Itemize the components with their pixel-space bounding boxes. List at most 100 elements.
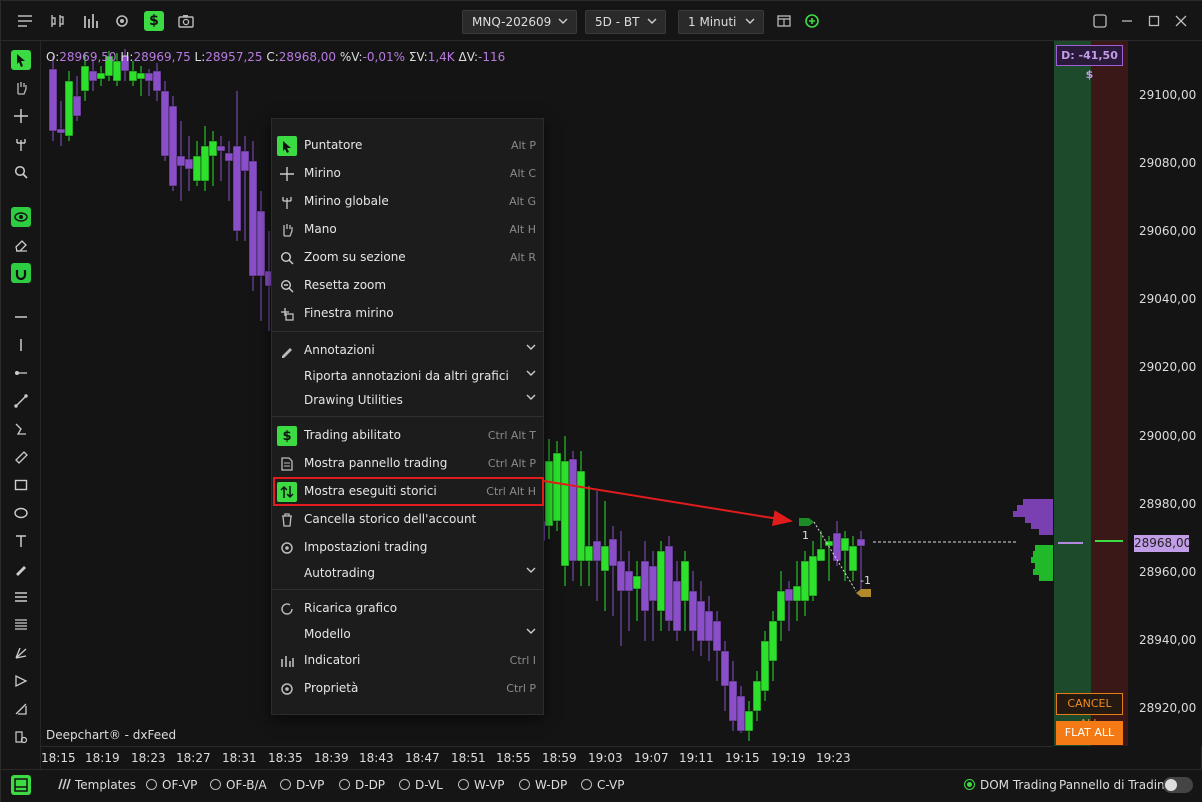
panel-toggle-icon[interactable] xyxy=(11,775,31,795)
volume-profile-bar xyxy=(1031,523,1053,529)
menu-item-annotations[interactable]: Annotazioni xyxy=(272,338,543,364)
cancel-all-button[interactable]: CANCEL ALL xyxy=(1056,693,1123,730)
delta-volume-label: ΔV: xyxy=(458,50,478,64)
candle-body xyxy=(760,640,770,692)
measure-tool-icon[interactable] xyxy=(11,699,31,719)
gear-icon[interactable] xyxy=(112,11,132,31)
fibonacci-tool-icon[interactable] xyxy=(11,615,31,635)
menu-item-trading-enabled[interactable]: $ Trading abilitato Ctrl Alt T xyxy=(272,423,543,449)
radio-d-vl[interactable]: D-VL xyxy=(399,778,443,792)
maximize-icon[interactable] xyxy=(1146,13,1162,29)
candle-body xyxy=(128,70,138,82)
brush-tool-icon[interactable] xyxy=(11,559,31,579)
projection-tool-icon[interactable] xyxy=(11,671,31,691)
templates-button[interactable]: Templates xyxy=(57,778,136,792)
trendline-tool-icon[interactable] xyxy=(11,391,31,411)
menu-item-crosshair-window[interactable]: Finestra mirino xyxy=(272,301,543,327)
menu-item-template[interactable]: Modello xyxy=(272,622,543,648)
menu-item-hand[interactable]: Mano Alt H xyxy=(272,217,543,243)
radio-of-vp[interactable]: OF-VP xyxy=(146,778,197,792)
menu-item-crosshair[interactable]: Mirino Alt C xyxy=(272,161,543,187)
add-circle-icon[interactable] xyxy=(802,11,822,31)
menu-item-label: Resetta zoom xyxy=(304,278,387,292)
symbol-select[interactable]: MNQ-202609 xyxy=(462,10,577,34)
crosshair-icon xyxy=(277,164,297,184)
menu-item-indicators[interactable]: Indicatori Ctrl I xyxy=(272,648,543,674)
candle-body xyxy=(816,548,826,562)
menu-item-clear-account-history[interactable]: Cancella storico dell'account xyxy=(272,507,543,533)
eye-tool-icon[interactable] xyxy=(11,207,31,227)
magnet-tool-icon[interactable] xyxy=(11,263,31,283)
text-tool-icon[interactable] xyxy=(11,531,31,551)
menu-item-trading-settings[interactable]: Impostazioni trading xyxy=(272,535,543,561)
rectangle-tool-icon[interactable] xyxy=(11,475,31,495)
price-axis[interactable]: 29100,00 29080,00 29060,00 29040,00 2902… xyxy=(1129,41,1202,746)
menu-item-show-trading-panel[interactable]: Mostra pannello trading Ctrl Alt P xyxy=(272,451,543,477)
radio-d-dp[interactable]: D-DP xyxy=(339,778,385,792)
path-tool-icon[interactable] xyxy=(11,419,31,439)
menu-item-zoom-section[interactable]: Zoom su sezione Alt R xyxy=(272,245,543,271)
settings-tool-icon[interactable] xyxy=(11,727,31,747)
radio-w-dp[interactable]: W-DP xyxy=(519,778,567,792)
menu-item-reload-chart[interactable]: Ricarica grafico xyxy=(272,596,543,622)
radio-d-vp[interactable]: D-VP xyxy=(280,778,324,792)
menu-item-pointer[interactable]: Puntatore Alt P xyxy=(272,133,543,159)
vertical-line-tool-icon[interactable] xyxy=(11,335,31,355)
menu-item-autotrading[interactable]: Autotrading xyxy=(272,561,543,587)
dom-trading-radio[interactable]: DOM Trading xyxy=(964,778,1057,792)
close-icon[interactable] xyxy=(1173,13,1189,29)
menu-item-reset-zoom[interactable]: Resetta zoom xyxy=(272,273,543,299)
restore-window-icon[interactable] xyxy=(1092,13,1108,29)
timeframe-select[interactable]: 1 Minuti xyxy=(678,10,764,34)
volume-profile-bar xyxy=(1035,563,1053,569)
menu-icon[interactable] xyxy=(15,11,35,31)
time-tick: 18:51 xyxy=(451,751,486,765)
radio-w-vp[interactable]: W-VP xyxy=(458,778,504,792)
pnl-column xyxy=(1054,41,1128,746)
pointer-tool-icon[interactable] xyxy=(11,50,31,70)
camera-icon[interactable] xyxy=(176,11,196,31)
chevron-down-icon xyxy=(526,344,536,350)
candle-body xyxy=(200,145,210,182)
pitchfork-tool-icon[interactable] xyxy=(11,643,31,663)
chevron-down-icon xyxy=(526,567,536,573)
hand-tool-icon[interactable] xyxy=(11,78,31,98)
eraser-tool-icon[interactable] xyxy=(11,235,31,255)
ellipse-tool-icon[interactable] xyxy=(11,503,31,523)
menu-item-global-crosshair[interactable]: Mirino globale Alt G xyxy=(272,189,543,215)
radio-label: W-VP xyxy=(474,778,505,792)
bar-chart-icon[interactable] xyxy=(48,11,68,31)
radio-c-vp[interactable]: C-VP xyxy=(581,778,624,792)
histogram-icon[interactable] xyxy=(81,11,101,31)
layout-icon[interactable] xyxy=(774,11,794,31)
ray-tool-icon[interactable] xyxy=(11,363,31,383)
crosshair-tool-icon[interactable] xyxy=(11,106,31,126)
ruler-tool-icon[interactable] xyxy=(11,447,31,467)
zoom-tool-icon[interactable] xyxy=(11,162,31,182)
candle-body xyxy=(192,155,202,182)
sum-volume-label: ΣV: xyxy=(408,50,428,64)
candle-body xyxy=(840,537,850,552)
time-tick: 18:43 xyxy=(359,751,394,765)
flat-all-button[interactable]: FLAT ALL xyxy=(1056,721,1123,745)
horizontal-line-tool-icon[interactable] xyxy=(11,307,31,327)
pencil-icon xyxy=(277,341,297,361)
price-tick: 29080,00 xyxy=(1139,156,1197,170)
lines-tool-icon[interactable] xyxy=(11,587,31,607)
menu-item-properties[interactable]: Proprietà Ctrl P xyxy=(272,676,543,702)
time-axis[interactable]: 18:15 18:19 18:23 18:27 18:31 18:35 18:3… xyxy=(41,746,1053,768)
chart-area[interactable]: 1 -1 O:28969,50 H:28969,75 L:28957,25 C:2… xyxy=(41,41,1053,746)
menu-item-drawing-utilities[interactable]: Drawing Utilities xyxy=(272,388,543,414)
radio-of-ba[interactable]: OF-B/A xyxy=(210,778,267,792)
radio-circle xyxy=(146,779,157,790)
menu-item-import-annotations[interactable]: Riporta annotazioni da altri grafici xyxy=(272,364,543,390)
dollar-icon[interactable]: $ xyxy=(144,11,164,31)
candle-body xyxy=(168,105,178,187)
candle-body xyxy=(704,610,714,642)
period-select[interactable]: 5D - BT xyxy=(585,10,666,34)
candle-body xyxy=(736,695,746,732)
minimize-icon[interactable] xyxy=(1119,13,1135,29)
global-crosshair-tool-icon[interactable] xyxy=(11,134,31,154)
trading-panel-toggle[interactable] xyxy=(1163,777,1193,793)
candle-body xyxy=(184,158,194,170)
